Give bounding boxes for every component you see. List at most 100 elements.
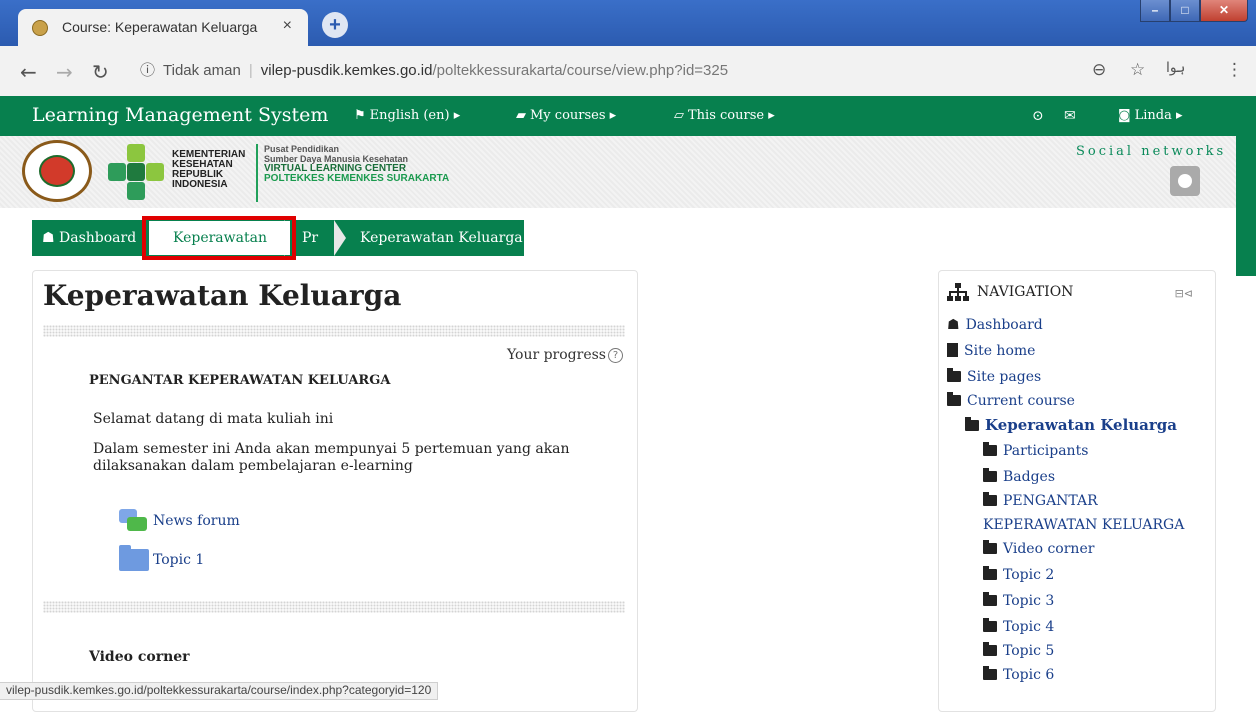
folder-icon	[983, 442, 997, 456]
section-divider	[43, 325, 625, 337]
this-course-label: This course	[688, 108, 765, 123]
language-menu[interactable]: ⚑ English (en) ▸	[354, 108, 460, 123]
kemkes-logo	[108, 144, 164, 200]
nav-site-home[interactable]: Site home	[947, 343, 1035, 360]
nav-current-course[interactable]: Current course	[947, 392, 1075, 410]
browser-tab-strip: Course: Keperawatan Keluarga × + – □ ✕	[0, 0, 1256, 46]
site-brand[interactable]: Learning Management System	[32, 104, 328, 126]
globe-icon[interactable]	[1170, 166, 1200, 196]
info-icon[interactable]: ⓘ	[140, 62, 155, 79]
sitemap-icon	[947, 283, 969, 301]
favicon-icon	[32, 20, 48, 36]
nav-topic-3[interactable]: Topic 3	[983, 592, 1054, 610]
news-forum-activity[interactable]: News forum	[119, 509, 240, 533]
nav-site-pages[interactable]: Site pages	[947, 368, 1041, 386]
nav-topic-6[interactable]: Topic 6	[983, 666, 1054, 684]
nav-dashboard[interactable]: ☗ Dashboard	[947, 317, 1043, 334]
minimize-button[interactable]: –	[1140, 0, 1170, 22]
briefcase-icon: ▰	[516, 108, 526, 123]
folder-icon	[983, 540, 997, 554]
navigation-header: NAVIGATION	[947, 283, 1073, 301]
nav-topic-5[interactable]: Topic 5	[983, 642, 1054, 660]
my-courses-menu[interactable]: ▰ My courses ▸	[516, 108, 616, 123]
new-tab-button[interactable]: +	[322, 12, 348, 38]
nav-pengantar[interactable]: PENGANTAR	[983, 492, 1098, 510]
folder-open-icon	[965, 417, 979, 431]
tab-title: Course: Keperawatan Keluarga	[62, 19, 258, 35]
language-menu-label: English (en)	[369, 108, 450, 123]
nav-topic-4[interactable]: Topic 4	[983, 618, 1054, 636]
home-icon: ☗	[947, 317, 960, 333]
kemkes-text: KEMENTERIAN KESEHATAN REPUBLIK INDONESIA	[172, 149, 246, 190]
folder-icon	[983, 468, 997, 482]
poltekkes-seal-logo	[22, 140, 92, 202]
nav-video-corner[interactable]: Video corner	[983, 540, 1094, 558]
message-icon[interactable]: ✉	[1064, 108, 1076, 124]
my-courses-label: My courses	[530, 108, 606, 123]
page-title: Keperawatan Keluarga	[43, 279, 402, 312]
right-edge-bar	[1236, 96, 1256, 276]
social-networks-label: Social networks	[1076, 144, 1227, 159]
news-forum-link[interactable]: News forum	[153, 513, 240, 529]
page-icon	[947, 343, 958, 357]
notification-icon[interactable]: ⊙	[1032, 108, 1044, 124]
section-divider	[43, 601, 625, 613]
tab-close-icon[interactable]: ×	[283, 17, 292, 35]
caret-right-icon: ▸	[453, 108, 461, 123]
breadcrumb-current-course[interactable]: Keperawatan Keluarga	[348, 220, 524, 256]
url-field[interactable]: ⓘ Tidak aman | vilep-pusdik.kemkes.go.id/po…	[140, 56, 1075, 86]
close-window-button[interactable]: ✕	[1200, 0, 1248, 22]
maximize-button[interactable]: □	[1170, 0, 1200, 22]
nav-topic-2[interactable]: Topic 2	[983, 566, 1054, 584]
header-divider	[256, 144, 258, 202]
section-title: PENGANTAR KEPERAWATAN KELUARGA	[89, 373, 391, 388]
block-controls-icon[interactable]: ⊟⊲	[1175, 287, 1193, 300]
bookmark-star-icon[interactable]: ☆	[1130, 60, 1145, 80]
profile-extension-icon[interactable]: ہوا	[1166, 60, 1185, 76]
folder-icon	[983, 666, 997, 680]
user-menu[interactable]: ◙ Linda ▸	[1118, 108, 1183, 123]
pusat-text: Pusat Pendidikan Sumber Daya Manusia Kes…	[264, 144, 450, 184]
book-icon: ▱	[674, 108, 684, 123]
reload-icon[interactable]: ↻	[92, 60, 109, 84]
site-header: KEMENTERIAN KESEHATAN REPUBLIK INDONESIA…	[0, 136, 1236, 208]
welcome-text: Selamat datang di mata kuliah ini	[93, 411, 334, 427]
folder-open-icon	[947, 392, 961, 406]
topic-1-link[interactable]: Topic 1	[153, 552, 204, 568]
nav-pengantar-continued[interactable]: KEPERAWATAN KELUARGA	[983, 517, 1184, 534]
description-line-2: dilaksanakan dalam pembelajaran e-learni…	[93, 458, 413, 474]
folder-icon	[983, 618, 997, 632]
window-controls: – □ ✕	[1140, 0, 1248, 22]
video-corner-title: Video corner	[89, 649, 190, 665]
top-navbar: Learning Management System ⚑ English (en)…	[0, 96, 1236, 136]
description-line-1: Dalam semester ini Anda akan mempunyai 5…	[93, 441, 570, 457]
breadcrumb-separator	[334, 220, 346, 256]
caret-right-icon: ▸	[609, 108, 617, 123]
navigation-title: NAVIGATION	[977, 284, 1074, 300]
back-arrow-icon[interactable]: ←	[20, 60, 37, 84]
address-bar: ← → ↻ ⓘ Tidak aman | vilep-pusdik.kemkes.go…	[0, 46, 1256, 97]
nav-badges[interactable]: Badges	[983, 468, 1055, 486]
nav-participants[interactable]: Participants	[983, 442, 1088, 460]
help-icon[interactable]: ?	[608, 348, 623, 363]
folder-icon	[983, 492, 997, 506]
your-progress[interactable]: Your progress?	[507, 347, 623, 363]
topic-1-activity[interactable]: Topic 1	[119, 545, 204, 571]
zoom-icon[interactable]: ⊖	[1092, 60, 1106, 80]
breadcrumb-dashboard[interactable]: ☗ Dashboard	[32, 220, 152, 256]
security-label: Tidak aman	[163, 62, 241, 79]
caret-right-icon: ▸	[1176, 108, 1183, 123]
url-domain: vilep-pusdik.kemkes.go.id	[260, 62, 433, 79]
forward-arrow-icon[interactable]: →	[56, 60, 73, 84]
caret-right-icon: ▸	[768, 108, 775, 123]
home-icon: ☗	[42, 230, 55, 246]
this-course-menu[interactable]: ▱ This course ▸	[674, 108, 775, 123]
url-path: /poltekkessurakarta/course/view.php?id=3…	[432, 62, 729, 79]
browser-menu-icon[interactable]: ⋮	[1226, 60, 1243, 80]
folder-icon	[983, 566, 997, 580]
nav-course-name[interactable]: Keperawatan Keluarga	[965, 417, 1177, 434]
folder-icon	[983, 642, 997, 656]
folder-icon	[119, 545, 149, 571]
forum-icon	[119, 509, 149, 533]
browser-tab[interactable]: Course: Keperawatan Keluarga ×	[18, 9, 308, 46]
